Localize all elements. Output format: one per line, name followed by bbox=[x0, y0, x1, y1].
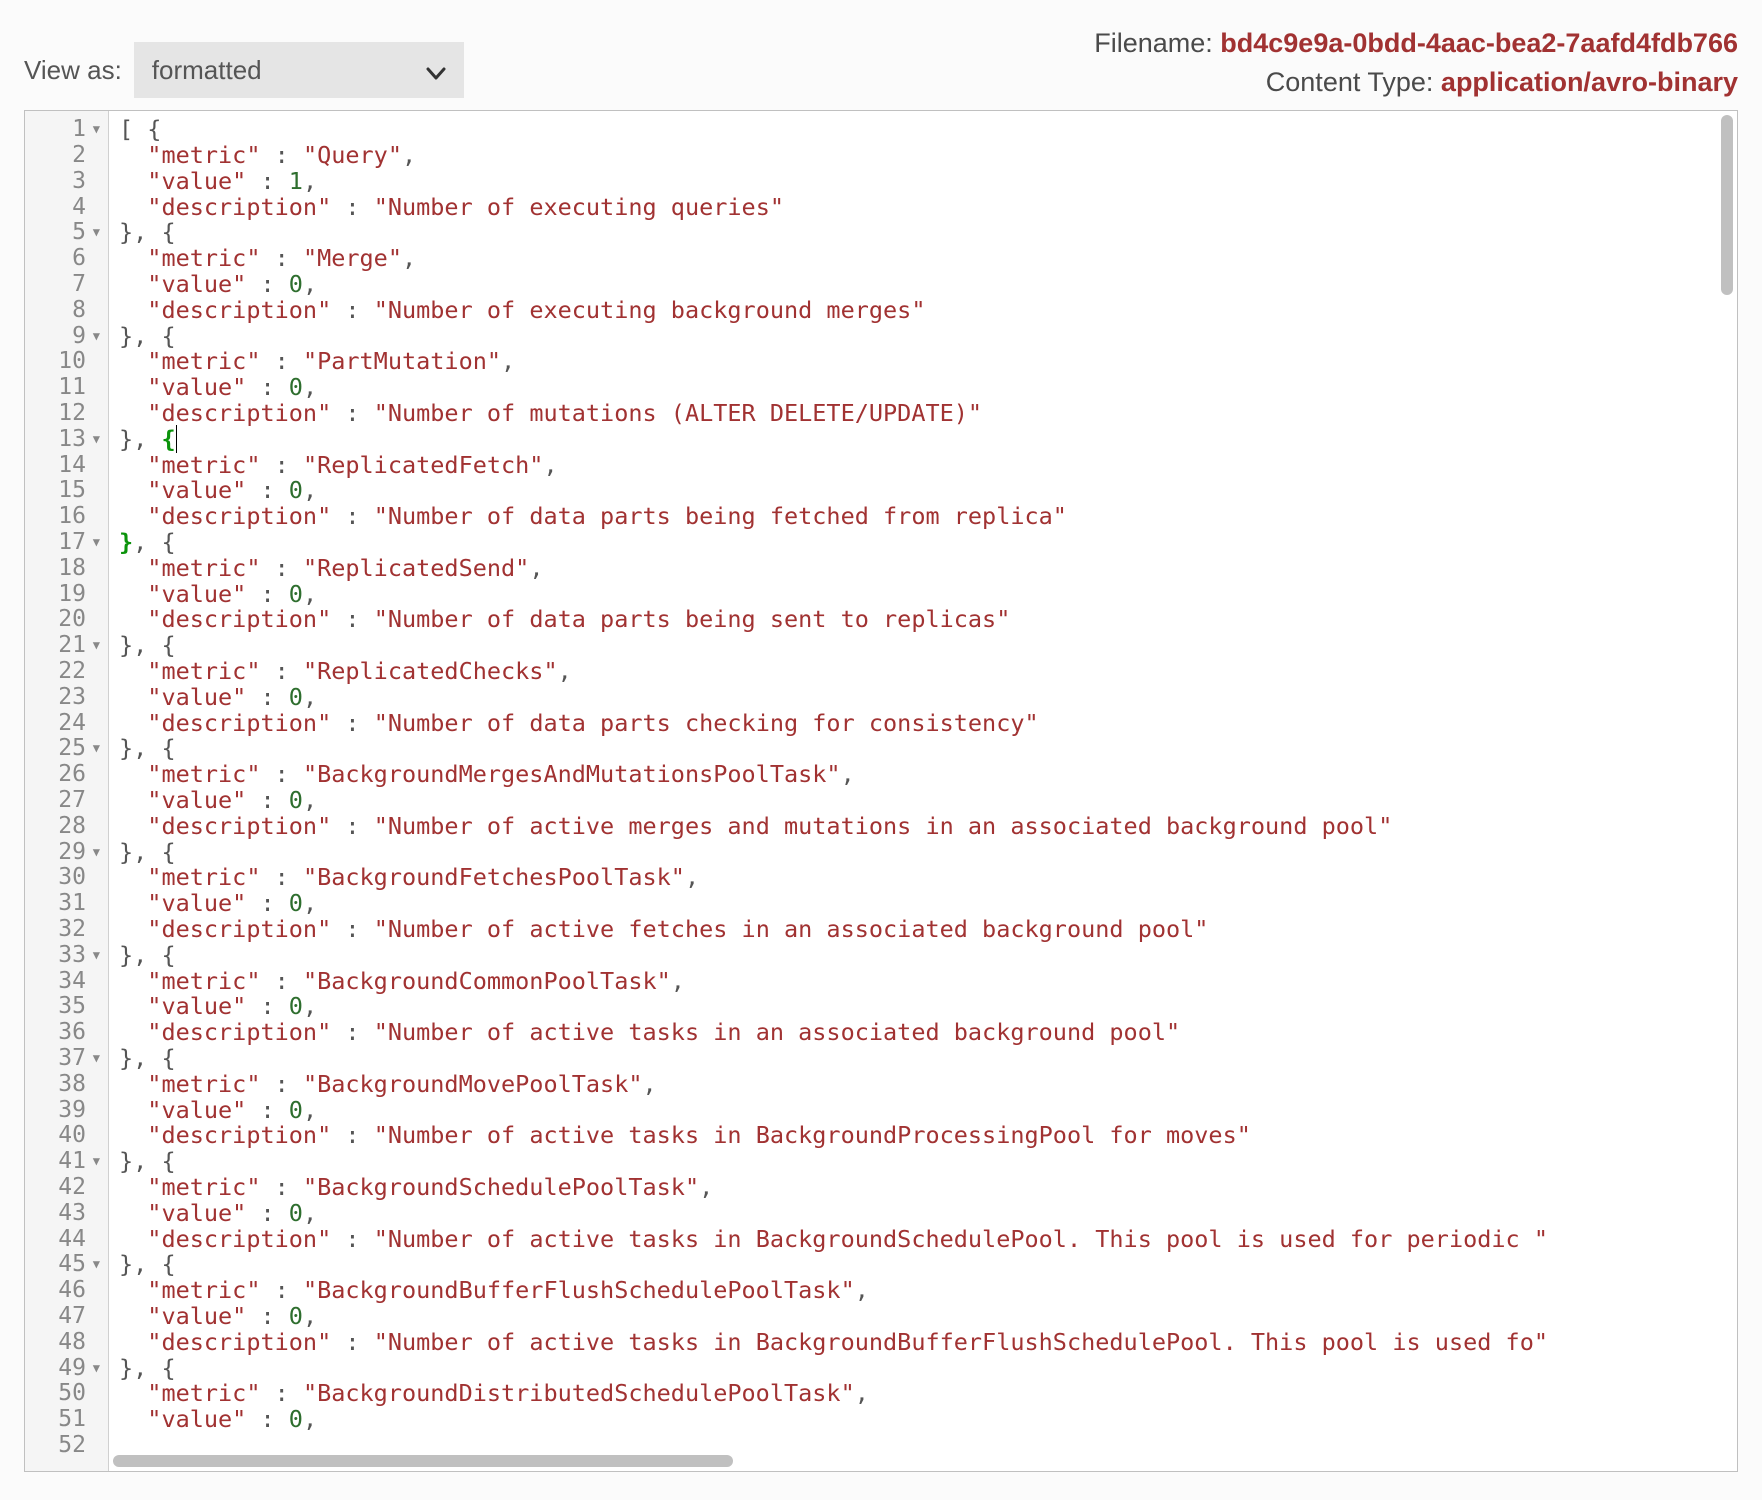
v-scrollbar[interactable] bbox=[1719, 115, 1735, 1467]
h-scrollbar-thumb[interactable] bbox=[113, 1455, 733, 1467]
filename-label: Filename: bbox=[1094, 28, 1213, 58]
h-scrollbar[interactable] bbox=[113, 1453, 1717, 1469]
code-body[interactable]: [ { "metric" : "Query", "value" : 1, "de… bbox=[109, 111, 1737, 1471]
filename-value: bd4c9e9a-0bdd-4aac-bea2-7aafd4fdb766 bbox=[1220, 28, 1738, 58]
content-type-label: Content Type: bbox=[1266, 67, 1434, 97]
file-meta: Filename: bd4c9e9a-0bdd-4aac-bea2-7aafd4… bbox=[1094, 24, 1738, 102]
code-editor[interactable]: 1▼2345▼6789▼10111213▼14151617▼18192021▼2… bbox=[24, 110, 1738, 1472]
v-scrollbar-thumb[interactable] bbox=[1721, 115, 1733, 295]
chevron-down-icon bbox=[426, 60, 446, 80]
content-type-value: application/avro-binary bbox=[1441, 67, 1738, 97]
view-as-label: View as: bbox=[24, 55, 122, 86]
view-as-select[interactable]: formatted bbox=[134, 42, 464, 98]
line-number-gutter: 1▼2345▼6789▼10111213▼14151617▼18192021▼2… bbox=[25, 111, 109, 1471]
view-as-value: formatted bbox=[152, 55, 262, 86]
